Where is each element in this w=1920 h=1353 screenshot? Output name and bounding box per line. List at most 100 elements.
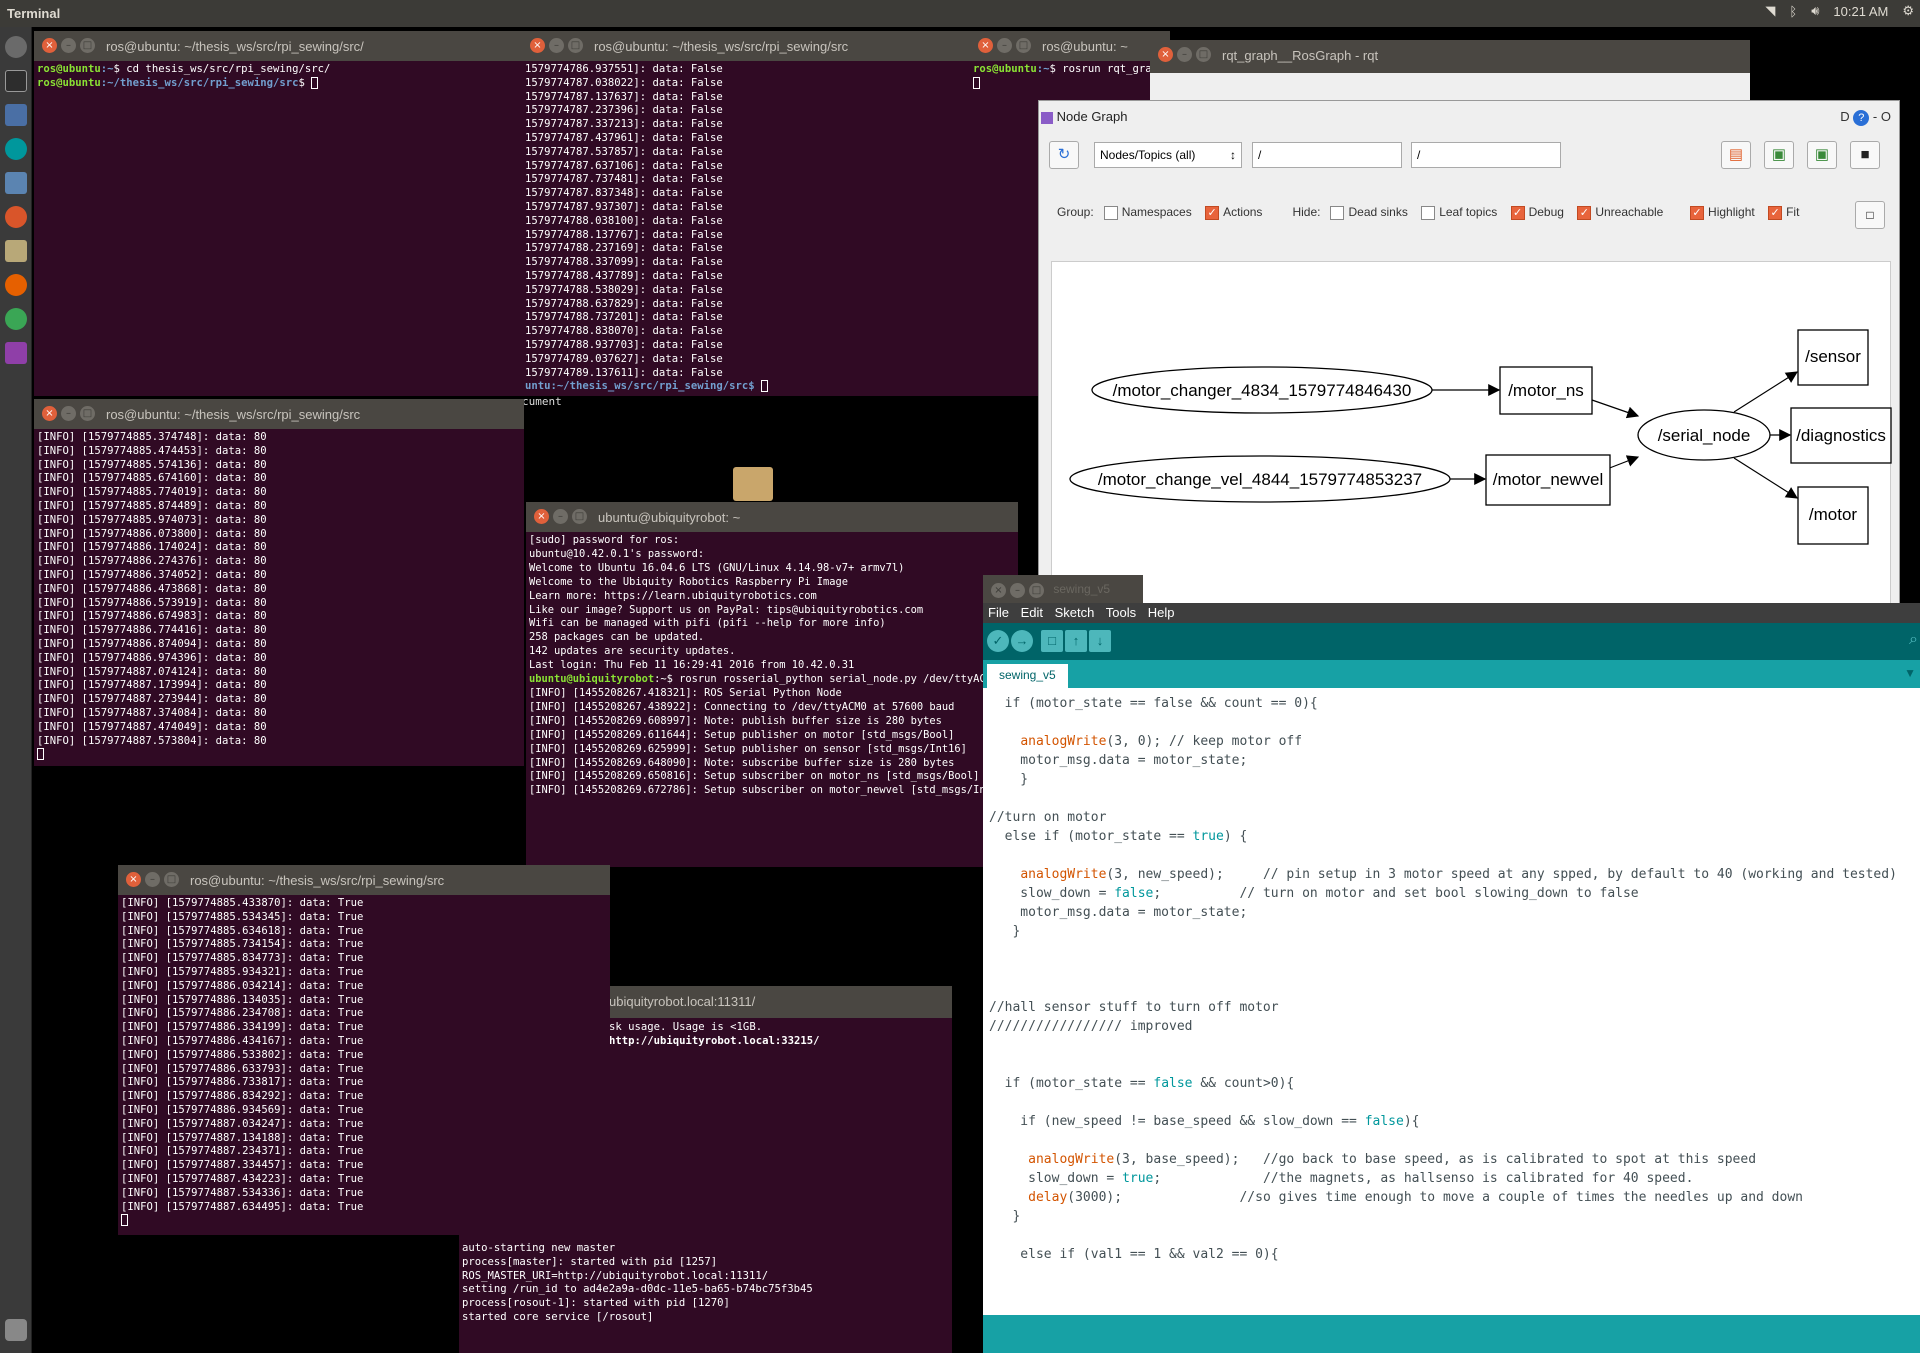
terminal-output[interactable]: [sudo] password for ros: ubuntu@10.42.0.1… — [526, 532, 1018, 800]
graph-canvas[interactable]: /motor_changer_4834_1579774846430 /motor… — [1051, 261, 1892, 611]
unreachable-checkbox[interactable]: ✓ Unreachable — [1577, 205, 1663, 220]
close-icon[interactable]: × — [126, 872, 141, 887]
maximize-icon[interactable]: □ — [1196, 47, 1211, 62]
close-icon[interactable]: × — [534, 509, 549, 524]
open-sketch-icon[interactable]: ↑ — [1065, 630, 1087, 652]
help-icon[interactable]: ? — [1853, 110, 1870, 126]
close-icon[interactable]: × — [42, 406, 57, 421]
terminal-output-bottom[interactable]: auto-starting new master process[master]:… — [459, 1240, 816, 1327]
code-editor[interactable]: if (motor_state == false && count == 0){… — [983, 688, 1920, 1315]
minimize-icon[interactable]: – — [553, 509, 568, 524]
menu-file[interactable]: File — [988, 605, 1009, 620]
fit-view-button[interactable]: □ — [1855, 201, 1885, 229]
maximize-icon[interactable]: □ — [80, 38, 95, 53]
trash-icon[interactable] — [5, 1319, 27, 1341]
arduino-icon[interactable] — [5, 138, 27, 160]
actions-checkbox[interactable]: ✓ Actions — [1205, 205, 1262, 220]
maximize-icon[interactable]: □ — [1016, 38, 1031, 53]
terminal-icon[interactable] — [5, 70, 27, 92]
maximize-icon[interactable]: □ — [164, 872, 179, 887]
minimize-panel-icon[interactable]: - — [1873, 109, 1877, 124]
extensions-icon[interactable] — [5, 342, 27, 364]
close-icon[interactable]: × — [42, 38, 57, 53]
fit-checkbox[interactable]: ✓ Fit — [1768, 205, 1799, 220]
archive-icon[interactable] — [5, 240, 27, 262]
new-sketch-icon[interactable]: □ — [1041, 630, 1063, 652]
terminal-output[interactable]: [INFO] [1579774885.374748]: data: 80 [INF… — [34, 429, 524, 764]
serial-monitor-icon[interactable]: ⌕ — [1909, 631, 1918, 649]
close-icon[interactable]: × — [991, 583, 1006, 598]
namespaces-checkbox[interactable]: Namespaces — [1103, 205, 1192, 220]
menu-sketch[interactable]: Sketch — [1055, 605, 1095, 620]
tab-sewing-v5[interactable]: sewing_v5 — [987, 664, 1068, 688]
window-titlebar[interactable]: × – □ sewing_v5 — [983, 575, 1143, 603]
window-titlebar[interactable]: × – □ rqt_graph__RosGraph - rqt — [1150, 40, 1750, 73]
menu-tools[interactable]: Tools — [1106, 605, 1136, 620]
terminal-window-cd[interactable]: × – □ ros@ubuntu: ~/thesis_ws/src/rpi_sewi… — [34, 31, 524, 396]
namespace-filter-input[interactable]: / — [1252, 142, 1402, 168]
menu-edit[interactable]: Edit — [1021, 605, 1043, 620]
terminal-window-data-true[interactable]: × – □ ros@ubuntu: ~/thesis_ws/src/rpi_sewi… — [118, 865, 610, 1235]
leaf-topics-checkbox[interactable]: Leaf topics — [1421, 205, 1497, 220]
window-title: sewing_v5 — [1053, 582, 1111, 596]
tab-menu-icon[interactable]: ▼ — [1904, 666, 1916, 680]
dash-icon[interactable] — [5, 36, 27, 58]
close-panel-icon[interactable]: O — [1881, 109, 1891, 124]
close-icon[interactable]: × — [530, 38, 545, 53]
window-titlebar[interactable]: × – □ ros@ubuntu: ~ — [970, 31, 1170, 61]
maximize-icon[interactable]: □ — [1029, 583, 1044, 598]
firefox-icon[interactable] — [5, 274, 27, 296]
files-icon[interactable] — [5, 172, 27, 194]
window-titlebar[interactable]: × – □ ros@ubuntu: ~/thesis_ws/src/rpi_sewi… — [34, 399, 524, 429]
save-svg-icon[interactable]: ▣ — [1807, 141, 1837, 169]
system-icon[interactable] — [5, 308, 27, 330]
clock[interactable]: 10:21 AM — [1833, 4, 1888, 19]
close-icon[interactable]: × — [978, 38, 993, 53]
arduino-ide-window[interactable]: × – □ sewing_v5 File Edit Sketch Tools Hel… — [983, 575, 1920, 1353]
terminal-output[interactable]: [INFO] [1579774885.433870]: data: True [I… — [118, 895, 610, 1230]
minimize-icon[interactable]: – — [145, 872, 160, 887]
settings-gear-icon[interactable]: ⚙ — [1902, 3, 1914, 19]
highlight-checkbox[interactable]: ✓ Highlight — [1690, 205, 1755, 220]
save-image-icon[interactable]: ■ — [1850, 141, 1880, 169]
dock-label[interactable]: D — [1840, 109, 1849, 124]
verify-icon[interactable]: ✓ — [987, 630, 1009, 652]
window-titlebar[interactable]: × – □ ros@ubuntu: ~/thesis_ws/src/rpi_sewi… — [34, 31, 524, 61]
active-app-name: Terminal — [7, 6, 61, 21]
maximize-icon[interactable]: □ — [572, 509, 587, 524]
minimize-icon[interactable]: – — [549, 38, 564, 53]
terminal-output[interactable]: ros@ubuntu:~$ cd thesis_ws/src/rpi_sewin… — [34, 61, 524, 93]
graph-type-select[interactable]: Nodes/Topics (all) ↕ — [1094, 142, 1242, 168]
node-graph-panel[interactable]: Node Graph D ? - O ↻ Nodes/Topics (all) ↕… — [1038, 100, 1900, 622]
minimize-icon[interactable]: – — [1010, 583, 1025, 598]
close-icon[interactable]: × — [1158, 47, 1173, 62]
bluetooth-icon[interactable]: ᛒ — [1789, 4, 1797, 19]
volume-icon[interactable]: 🔊︎ — [1811, 3, 1819, 19]
wifi-icon[interactable]: ◥ — [1765, 3, 1775, 19]
save-dot-icon[interactable]: ▣ — [1764, 141, 1794, 169]
window-titlebar[interactable]: × – □ ros@ubuntu: ~/thesis_ws/src/rpi_sewi… — [522, 31, 972, 61]
upload-icon[interactable]: → — [1011, 630, 1033, 652]
topic-filter-input[interactable]: / — [1411, 142, 1561, 168]
save-sketch-icon[interactable]: ↓ — [1089, 630, 1111, 652]
terminal-output[interactable]: ros@ubuntu:~$ rosrun rqt_graph — [970, 61, 1170, 93]
maximize-icon[interactable]: □ — [568, 38, 583, 53]
minimize-icon[interactable]: – — [61, 38, 76, 53]
window-titlebar[interactable]: × – □ ros@ubuntu: ~/thesis_ws/src/rpi_sewi… — [118, 865, 610, 895]
software-updater-icon[interactable] — [5, 206, 27, 228]
rviz-icon[interactable] — [5, 104, 27, 126]
debug-checkbox[interactable]: ✓ Debug — [1510, 205, 1564, 220]
minimize-icon[interactable]: – — [1177, 47, 1192, 62]
menu-help[interactable]: Help — [1148, 605, 1175, 620]
minimize-icon[interactable]: – — [61, 406, 76, 421]
terminal-output[interactable]: 1579774786.937551]: data: False 157977478… — [522, 61, 972, 396]
window-titlebar[interactable]: × – □ ubuntu@ubiquityrobot: ~ — [526, 502, 1018, 532]
load-dot-icon[interactable]: ▤ — [1721, 141, 1751, 169]
terminal-window-ubiquityrobot[interactable]: × – □ ubuntu@ubiquityrobot: ~ [sudo] passw… — [526, 502, 1018, 867]
minimize-icon[interactable]: – — [997, 38, 1012, 53]
dead-sinks-checkbox[interactable]: Dead sinks — [1330, 205, 1408, 220]
refresh-button[interactable]: ↻ — [1049, 141, 1079, 169]
terminal-window-false[interactable]: × – □ ros@ubuntu: ~/thesis_ws/src/rpi_sewi… — [522, 31, 972, 396]
maximize-icon[interactable]: □ — [80, 406, 95, 421]
terminal-window-data-80[interactable]: × – □ ros@ubuntu: ~/thesis_ws/src/rpi_sewi… — [34, 399, 524, 766]
